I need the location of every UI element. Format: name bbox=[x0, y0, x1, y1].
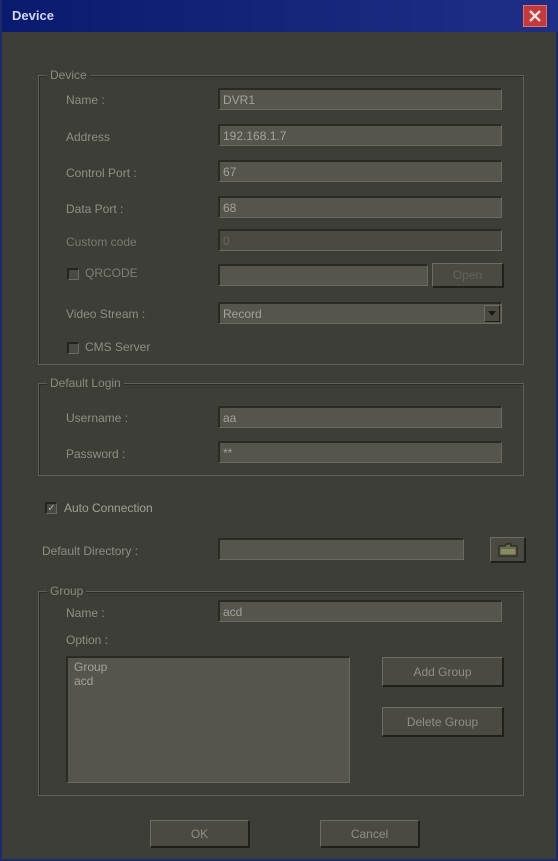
group-name-label: Name : bbox=[66, 606, 105, 620]
ok-button[interactable]: OK bbox=[150, 820, 250, 848]
folder-icon bbox=[498, 543, 517, 556]
list-item[interactable]: acd bbox=[74, 674, 343, 688]
default-directory-input[interactable] bbox=[218, 538, 464, 560]
control-port-label: Control Port : bbox=[66, 166, 137, 180]
add-group-button[interactable]: Add Group bbox=[382, 657, 504, 687]
delete-group-button[interactable]: Delete Group bbox=[382, 707, 504, 737]
open-button[interactable]: Open bbox=[432, 263, 504, 288]
auto-connection-checkbox[interactable]: ✓ bbox=[45, 502, 57, 514]
video-stream-label: Video Stream : bbox=[66, 307, 146, 321]
device-name-label: Name : bbox=[66, 93, 105, 107]
qrcode-input[interactable] bbox=[218, 264, 428, 286]
data-port-input[interactable]: 68 bbox=[218, 196, 502, 218]
username-input[interactable]: aa bbox=[218, 406, 502, 428]
control-port-input[interactable]: 67 bbox=[218, 160, 502, 182]
dropdown-arrow-button[interactable] bbox=[484, 305, 500, 322]
address-label: Address bbox=[66, 130, 111, 144]
check-mark-icon: ✓ bbox=[47, 502, 56, 514]
chevron-down-icon bbox=[488, 310, 496, 316]
qrcode-label: QRCODE bbox=[85, 266, 138, 280]
cancel-button[interactable]: Cancel bbox=[320, 820, 420, 848]
password-label: Password : bbox=[66, 447, 126, 461]
title-bar: Device bbox=[2, 0, 558, 32]
username-label: Username : bbox=[66, 411, 129, 425]
address-input[interactable]: 192.168.1.7 bbox=[218, 124, 502, 146]
group-legend: Group bbox=[47, 584, 87, 598]
browse-directory-button[interactable] bbox=[490, 537, 526, 563]
cms-server-label: CMS Server bbox=[85, 340, 151, 354]
close-button[interactable] bbox=[523, 5, 547, 27]
custom-code-input: 0 bbox=[218, 229, 502, 251]
device-dialog: Device Device Name : DVR1 Address 192.16… bbox=[0, 0, 558, 861]
auto-connection-label: Auto Connection bbox=[64, 501, 153, 515]
list-item[interactable]: Group bbox=[74, 660, 343, 674]
group-option-list[interactable]: Group acd bbox=[66, 656, 350, 783]
data-port-label: Data Port : bbox=[66, 202, 124, 216]
option-label: Option : bbox=[66, 633, 109, 647]
close-icon bbox=[529, 10, 541, 22]
custom-code-label: Custom code bbox=[66, 235, 137, 249]
group-name-input[interactable]: acd bbox=[218, 600, 502, 622]
device-group-legend: Device bbox=[47, 68, 90, 82]
default-login-legend: Default Login bbox=[47, 376, 124, 390]
default-directory-label: Default Directory : bbox=[42, 544, 139, 558]
qrcode-checkbox[interactable] bbox=[67, 268, 79, 280]
password-input[interactable]: ** bbox=[218, 441, 502, 463]
device-name-input[interactable]: DVR1 bbox=[218, 88, 502, 110]
cms-server-checkbox[interactable] bbox=[67, 342, 79, 354]
window-title: Device bbox=[12, 8, 54, 23]
video-stream-select[interactable]: Record bbox=[218, 302, 502, 324]
video-stream-value: Record bbox=[223, 307, 262, 321]
